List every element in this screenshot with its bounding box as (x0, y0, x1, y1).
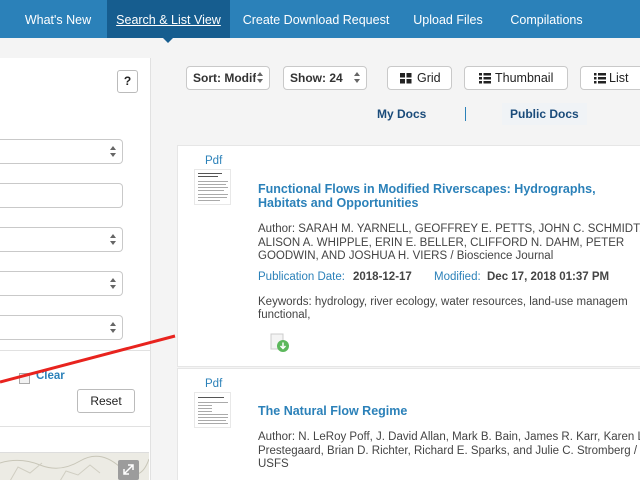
grid-icon (400, 73, 412, 84)
modified-label: Modified: (434, 271, 481, 283)
thumbnail-label: Thumbnail (495, 71, 554, 85)
file-type-label: Pdf (205, 155, 223, 167)
filter-panel (0, 58, 151, 480)
list-icon (594, 73, 606, 84)
file-type-label: Pdf (205, 378, 223, 390)
publication-date-label: Publication Date: (258, 271, 345, 283)
document-title-link[interactable]: Functional Flows in Modified Riverscapes… (258, 182, 618, 210)
sort-select-value: Sort: Modif (193, 71, 257, 85)
active-tab-caret (161, 36, 175, 43)
select-arrows-icon (109, 320, 118, 336)
thumbnail-icon (479, 73, 491, 84)
list-view-button[interactable]: List (580, 66, 640, 90)
document-thumbnail[interactable] (194, 169, 231, 205)
document-thumbnail[interactable] (194, 392, 231, 428)
nav-whats-new[interactable]: What's New (14, 0, 102, 38)
page: What's New Search & List View Create Dow… (0, 0, 640, 480)
tab-public-docs[interactable]: Public Docs (502, 103, 587, 125)
document-author: Author: N. LeRoy Poff, J. David Allan, M… (258, 431, 640, 470)
reset-button[interactable]: Reset (77, 389, 135, 413)
tab-separator (465, 107, 466, 121)
modified-value: Dec 17, 2018 01:37 PM (487, 271, 610, 283)
show-select[interactable]: Show: 24 (283, 66, 367, 90)
select-arrows-icon (109, 144, 118, 160)
document-author: Author: SARAH M. YARNELL, GEOFFREY E. PE… (258, 223, 640, 262)
tab-my-docs[interactable]: My Docs (377, 103, 426, 125)
divider (0, 350, 151, 351)
publication-date-value: 2018-12-17 (353, 271, 412, 283)
nav-create-download-request[interactable]: Create Download Request (236, 0, 396, 38)
sort-select[interactable]: Sort: Modif (186, 66, 270, 90)
filter-text-input[interactable] (0, 183, 123, 208)
expand-arrows (123, 464, 134, 475)
filter-select-1[interactable] (0, 139, 123, 164)
document-keywords: Keywords: hydrology, river ecology, wate… (258, 296, 628, 308)
document-title-link[interactable]: The Natural Flow Regime (258, 404, 618, 418)
nav-compilations[interactable]: Compilations (500, 0, 593, 38)
top-nav: What's New Search & List View Create Dow… (0, 0, 640, 38)
filter-select-4[interactable] (0, 315, 123, 340)
select-arrows-icon (353, 70, 362, 86)
document-card: Pdf The Natural Flow Regime Author: N. L… (177, 368, 640, 480)
help-button[interactable]: ? (117, 70, 138, 93)
grid-label: Grid (417, 71, 441, 85)
filter-select-2[interactable] (0, 227, 123, 252)
filter-select-3[interactable] (0, 271, 123, 296)
show-select-value: Show: 24 (290, 71, 343, 85)
nav-search-list-view[interactable]: Search & List View (107, 0, 230, 38)
document-keywords-cont: functional, (258, 309, 311, 321)
download-icon[interactable] (270, 333, 290, 353)
document-card: Pdf Functional Flows in Modified Riversc… (177, 145, 640, 367)
clear-link[interactable]: Clear (36, 370, 65, 382)
select-arrows-icon (109, 276, 118, 292)
thumbnail-view-button[interactable]: Thumbnail (464, 66, 568, 90)
select-arrows-icon (256, 70, 265, 86)
list-label: List (609, 71, 629, 85)
clear-checkbox[interactable] (19, 373, 30, 384)
select-arrows-icon (109, 232, 118, 248)
expand-icon[interactable] (118, 460, 139, 480)
grid-view-button[interactable]: Grid (387, 66, 452, 90)
nav-upload-files[interactable]: Upload Files (404, 0, 492, 38)
divider (0, 426, 151, 427)
